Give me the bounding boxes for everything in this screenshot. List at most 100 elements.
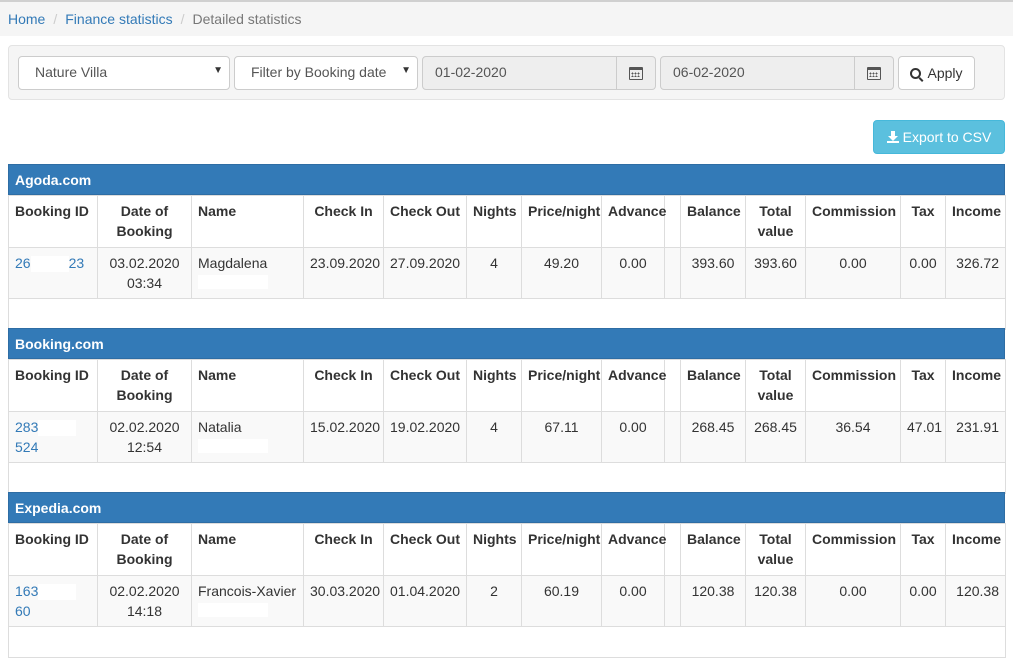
cell-booking-id: 26 23 (8, 247, 98, 299)
cell-tax: 47.01 (900, 411, 946, 463)
cell-name: Natalia (191, 411, 304, 463)
date-from-calendar-button[interactable] (617, 56, 656, 90)
breadcrumb-finance-statistics[interactable]: Finance statistics (65, 11, 172, 27)
search-icon (910, 67, 922, 79)
breadcrumb: Home / Finance statistics / Detailed statist… (0, 2, 1013, 36)
breadcrumb-current: Detailed statistics (192, 11, 302, 27)
cell-name: Francois-Xavier (191, 575, 304, 627)
table-header-row: Booking ID Date of Booking Name Check In Che… (8, 523, 1006, 576)
header-booking-id: Booking ID (8, 195, 98, 248)
export-csv-label: Export to CSV (902, 129, 992, 145)
cell-tax: 0.00 (900, 247, 946, 299)
header-advance: Advance (601, 523, 666, 576)
cell-total-value: 120.38 (745, 575, 806, 627)
apply-button-label: Apply (927, 65, 963, 81)
cell-date-of-booking: 03.02.2020 03:34 (97, 247, 192, 299)
header-check-in: Check In (303, 359, 384, 412)
header-total-value: Total value (745, 359, 806, 412)
cell-nights: 4 (466, 411, 522, 463)
cell-price-night: 60.19 (521, 575, 602, 627)
header-advance: Advance (601, 359, 666, 412)
cell-booking-id: 16360 (8, 575, 98, 627)
booking-id-link[interactable]: 26 23 (15, 255, 84, 273)
header-check-out: Check Out (383, 195, 467, 248)
export-csv-button[interactable]: Export to CSV (873, 120, 1005, 154)
property-select[interactable]: Nature Villa ▼ (18, 56, 230, 90)
bookings-table: Booking ID Date of Booking Name Check In Che… (8, 195, 1006, 330)
property-select-value: Nature Villa (35, 64, 108, 80)
download-icon (886, 131, 899, 143)
cell-date-of-booking: 02.02.2020 14:18 (97, 575, 192, 627)
table-spacer-row (8, 462, 1006, 494)
table-header-row: Booking ID Date of Booking Name Check In Che… (8, 359, 1006, 412)
table-row: 283524 02.02.2020 12:54 Natalia 15.02.2020 19… (8, 411, 1006, 463)
cell-commission: 36.54 (805, 411, 901, 463)
section-expedia: Expedia.com Booking ID Date of Booking Name… (8, 492, 1006, 658)
cell-spacer (664, 411, 681, 463)
cell-check-in: 30.03.2020 (303, 575, 384, 627)
header-price-night: Price/night (521, 359, 602, 412)
section-title: Booking.com (8, 328, 1005, 359)
cell-price-night: 49.20 (521, 247, 602, 299)
table-row: 26 23 03.02.2020 03:34 Magdalena 23.09.2020 27… (8, 247, 1006, 299)
header-balance: Balance (680, 523, 746, 576)
cell-booking-id: 283524 (8, 411, 98, 463)
cell-total-value: 268.45 (745, 411, 806, 463)
header-date-of-booking: Date of Booking (97, 523, 192, 576)
header-income: Income (945, 359, 1006, 412)
bookings-table: Booking ID Date of Booking Name Check In Che… (8, 359, 1006, 494)
header-nights: Nights (466, 195, 522, 248)
cell-name: Magdalena (191, 247, 304, 299)
redacted-surname (198, 275, 268, 289)
date-to-input[interactable]: 06-02-2020 (660, 56, 855, 90)
breadcrumb-separator: / (53, 11, 58, 27)
date-from-group: 01-02-2020 (422, 56, 656, 90)
empty-cell (8, 298, 1006, 330)
cell-advance: 0.00 (601, 247, 665, 299)
cell-balance: 268.45 (680, 411, 746, 463)
header-tax: Tax (900, 359, 946, 412)
header-spacer (664, 359, 681, 412)
date-to-calendar-button[interactable] (855, 56, 894, 90)
header-income: Income (945, 523, 1006, 576)
cell-price-night: 67.11 (521, 411, 602, 463)
section-title: Expedia.com (8, 492, 1005, 523)
booking-id-link[interactable]: 16360 (15, 583, 77, 619)
header-nights: Nights (466, 359, 522, 412)
header-balance: Balance (680, 195, 746, 248)
booking-id-link[interactable]: 283524 (15, 419, 77, 455)
header-tax: Tax (900, 523, 946, 576)
calendar-icon (867, 66, 881, 80)
header-date-of-booking: Date of Booking (97, 359, 192, 412)
cell-check-out: 01.04.2020 (383, 575, 467, 627)
header-commission: Commission (805, 359, 901, 412)
header-spacer (664, 523, 681, 576)
breadcrumb-home[interactable]: Home (8, 11, 45, 27)
cell-spacer (664, 247, 681, 299)
redacted-surname (198, 439, 268, 453)
cell-check-in: 15.02.2020 (303, 411, 384, 463)
empty-cell (8, 626, 1006, 658)
date-type-select[interactable]: Filter by Booking date ▼ (234, 56, 418, 90)
header-total-value: Total value (745, 523, 806, 576)
header-price-night: Price/night (521, 523, 602, 576)
section-booking: Booking.com Booking ID Date of Booking Name… (8, 328, 1006, 494)
cell-income: 326.72 (945, 247, 1006, 299)
header-balance: Balance (680, 359, 746, 412)
cell-income: 120.38 (945, 575, 1006, 627)
cell-total-value: 393.60 (745, 247, 806, 299)
date-type-select-value: Filter by Booking date (251, 64, 387, 80)
bookings-table: Booking ID Date of Booking Name Check In Che… (8, 523, 1006, 658)
section-agoda: Agoda.com Booking ID Date of Booking Name Ch… (8, 164, 1006, 330)
cell-tax: 0.00 (900, 575, 946, 627)
header-nights: Nights (466, 523, 522, 576)
calendar-icon (629, 66, 643, 80)
header-commission: Commission (805, 195, 901, 248)
chevron-down-icon: ▼ (401, 65, 411, 76)
header-check-in: Check In (303, 195, 384, 248)
header-price-night: Price/night (521, 195, 602, 248)
header-booking-id: Booking ID (8, 359, 98, 412)
header-name: Name (191, 359, 304, 412)
apply-button[interactable]: Apply (898, 56, 975, 90)
date-from-input[interactable]: 01-02-2020 (422, 56, 617, 90)
